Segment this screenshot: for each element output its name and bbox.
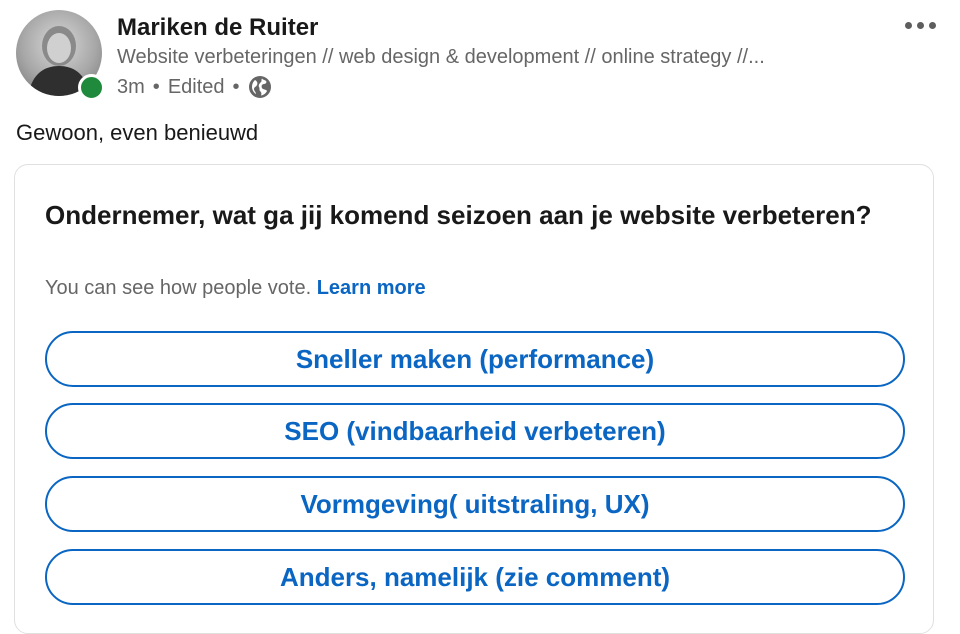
ellipsis-icon [904, 21, 912, 29]
poll-option-button[interactable]: SEO (vindbaarheid verbeteren) [45, 403, 905, 459]
post-meta: 3m • Edited • [117, 74, 272, 100]
meta-separator: • [232, 75, 240, 98]
post-time: 3m [117, 75, 145, 98]
author-headline: Website verbeteringen // web design & de… [117, 46, 765, 68]
poll-option-button[interactable]: Anders, namelijk (zie comment) [45, 549, 905, 605]
poll-question: Ondernemer, wat ga jij komend seizoen aa… [45, 200, 872, 230]
ellipsis-icon [928, 21, 936, 29]
poll-option-button[interactable]: Sneller maken (performance) [45, 331, 905, 387]
edited-label: Edited [167, 75, 225, 98]
learn-more-link[interactable]: Learn more [317, 277, 426, 299]
post-header: Mariken de Ruiter Website verbeteringen … [16, 10, 944, 102]
more-options-button[interactable] [896, 10, 944, 40]
post-body-text: Gewoon, even benieuwd [16, 120, 259, 145]
poll-note-text: You can see how people vote. [45, 277, 312, 299]
online-status-icon [78, 74, 105, 101]
poll-card: Ondernemer, wat ga jij komend seizoen aa… [14, 164, 934, 634]
author-name[interactable]: Mariken de Ruiter [117, 14, 318, 42]
poll-option-button[interactable]: Vormgeving( uitstraling, UX) [45, 476, 905, 532]
ellipsis-icon [916, 21, 924, 29]
meta-separator: • [152, 75, 160, 98]
poll-visibility-note: You can see how people vote. Learn more [45, 277, 426, 300]
globe-icon [248, 75, 272, 99]
